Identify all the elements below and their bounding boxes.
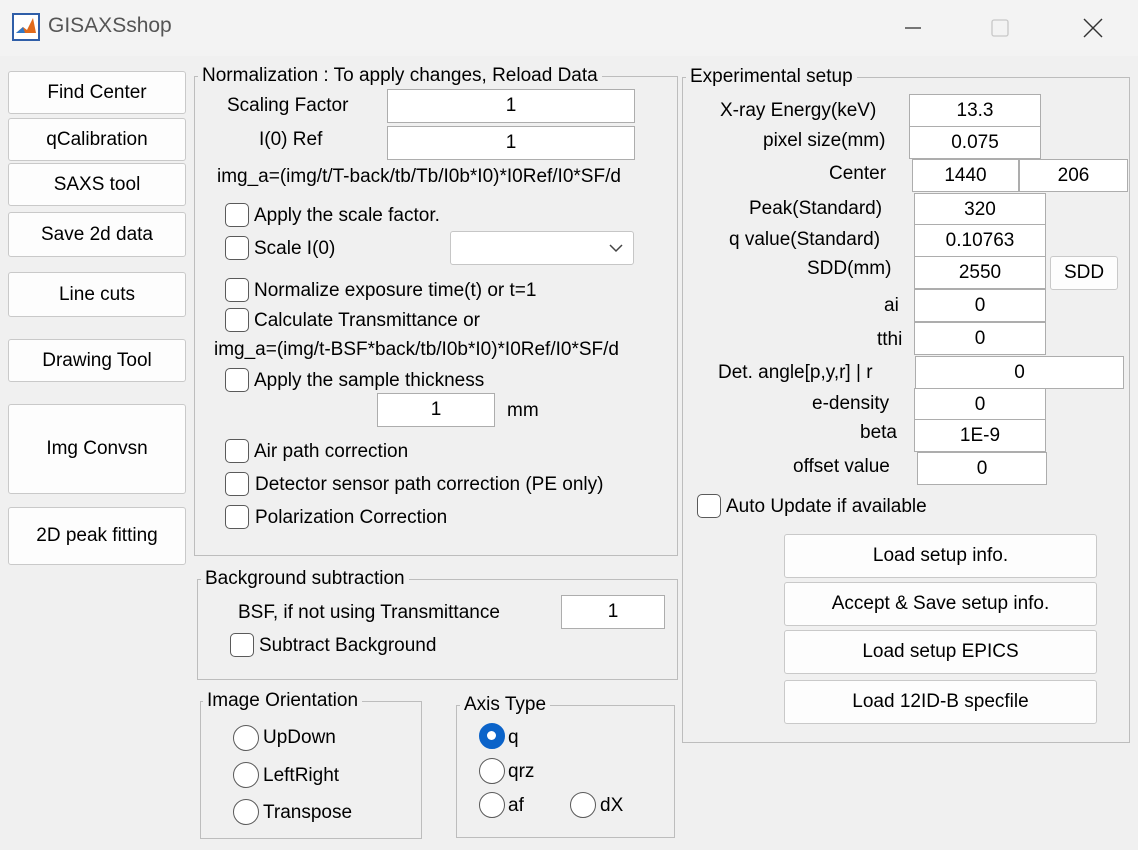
det-angle-field[interactable]: 0 — [915, 356, 1124, 389]
chevron-down-icon — [609, 244, 623, 253]
center-x-field[interactable]: 1440 — [912, 159, 1019, 192]
calc-transmittance-checkbox[interactable] — [225, 308, 249, 332]
center-y-field[interactable]: 206 — [1019, 159, 1128, 192]
maximize-icon — [991, 19, 1009, 37]
af-radio[interactable] — [479, 792, 505, 818]
q-label: q — [508, 727, 519, 748]
experimental-setup-title: Experimental setup — [686, 66, 857, 88]
thickness-unit: mm — [507, 400, 539, 421]
qcalibration-button[interactable]: qCalibration — [8, 118, 186, 161]
scaling-factor-label: Scaling Factor — [227, 95, 349, 116]
ai-label: ai — [884, 295, 899, 316]
scale-i0-checkbox[interactable] — [225, 236, 249, 260]
detector-sensor-label: Detector sensor path correction (PE only… — [255, 474, 604, 495]
beta-field[interactable]: 1E-9 — [914, 419, 1046, 452]
load-setup-info-button[interactable]: Load setup info. — [784, 534, 1097, 578]
apply-thickness-checkbox[interactable] — [225, 368, 249, 392]
scale-i0-label: Scale I(0) — [254, 238, 336, 259]
dx-radio[interactable] — [570, 792, 596, 818]
normalize-exposure-label: Normalize exposure time(t) or t=1 — [254, 280, 537, 301]
transmittance-formula: img_a=(img/t-BSF*back/tb/I0b*I0)*I0Ref/I… — [214, 339, 619, 360]
pixel-size-label: pixel size(mm) — [763, 130, 886, 151]
transpose-label: Transpose — [263, 802, 353, 823]
transpose-radio[interactable] — [233, 799, 259, 825]
sdd-field[interactable]: 2550 — [914, 256, 1046, 289]
normalization-panel-title: Normalization : To apply changes, Reload… — [198, 65, 602, 87]
auto-update-checkbox[interactable] — [697, 494, 721, 518]
window-title: GISAXSshop — [48, 14, 172, 37]
bsf-field[interactable]: 1 — [561, 595, 665, 629]
dx-label: dX — [600, 795, 624, 816]
auto-update-label: Auto Update if available — [726, 496, 927, 517]
thickness-field[interactable]: 1 — [377, 393, 495, 427]
updown-radio[interactable] — [233, 725, 259, 751]
background-panel-title: Background subtraction — [201, 568, 409, 590]
qrz-radio[interactable] — [479, 758, 505, 784]
calc-transmittance-label: Calculate Transmittance or — [254, 310, 480, 331]
updown-label: UpDown — [263, 727, 336, 748]
q-value-standard-label: q value(Standard) — [729, 229, 881, 250]
i0-ref-label: I(0) Ref — [259, 129, 323, 150]
ai-field[interactable]: 0 — [914, 289, 1046, 322]
apply-scale-factor-label: Apply the scale factor. — [254, 205, 440, 226]
pixel-size-field[interactable]: 0.075 — [909, 126, 1041, 159]
detector-sensor-checkbox[interactable] — [225, 472, 249, 496]
saxs-tool-button[interactable]: SAXS tool — [8, 163, 186, 206]
close-button[interactable] — [1048, 0, 1138, 56]
load-setup-epics-button[interactable]: Load setup EPICS — [784, 630, 1097, 674]
bsf-label: BSF, if not using Transmittance — [238, 602, 500, 623]
line-cuts-button[interactable]: Line cuts — [8, 272, 186, 317]
e-density-field[interactable]: 0 — [914, 388, 1046, 421]
polarization-label: Polarization Correction — [255, 507, 448, 528]
apply-scale-factor-checkbox[interactable] — [225, 203, 249, 227]
accept-save-setup-button[interactable]: Accept & Save setup info. — [784, 582, 1097, 626]
q-value-standard-field[interactable]: 0.10763 — [914, 224, 1046, 257]
minimize-button[interactable] — [868, 0, 958, 56]
matlab-logo-icon — [12, 13, 40, 41]
offset-value-label: offset value — [793, 456, 890, 477]
xray-energy-field[interactable]: 13.3 — [909, 94, 1041, 127]
qrz-label: qrz — [508, 761, 535, 782]
apply-thickness-label: Apply the sample thickness — [254, 370, 485, 391]
load-12idb-specfile-button[interactable]: Load 12ID-B specfile — [784, 680, 1097, 724]
2d-peak-fitting-button[interactable]: 2D peak fitting — [8, 507, 186, 565]
e-density-label: e-density — [812, 393, 890, 414]
normalization-formula: img_a=(img/t/T-back/tb/Tb/I0b*I0)*I0Ref/… — [217, 166, 621, 187]
img-convsn-button[interactable]: Img Convsn — [8, 404, 186, 494]
leftright-label: LeftRight — [263, 765, 340, 786]
af-label: af — [508, 795, 524, 816]
i0-ref-field[interactable]: 1 — [387, 126, 635, 160]
air-path-label: Air path correction — [254, 441, 409, 462]
scale-i0-select[interactable] — [450, 231, 634, 265]
xray-energy-label: X-ray Energy(keV) — [720, 100, 877, 121]
det-angle-label: Det. angle[p,y,r] | r — [718, 362, 873, 383]
peak-standard-label: Peak(Standard) — [749, 198, 883, 219]
peak-standard-field[interactable]: 320 — [914, 193, 1046, 226]
maximize-button[interactable] — [955, 0, 1045, 56]
sdd-label: SDD(mm) — [807, 258, 892, 279]
center-label: Center — [829, 163, 887, 184]
sdd-button[interactable]: SDD — [1050, 256, 1118, 290]
q-radio[interactable] — [479, 723, 505, 749]
minimize-icon — [905, 27, 921, 29]
image-orientation-title: Image Orientation — [203, 690, 363, 712]
axis-type-title: Axis Type — [460, 694, 551, 716]
scaling-factor-field[interactable]: 1 — [387, 89, 635, 123]
tthi-field[interactable]: 0 — [914, 322, 1046, 355]
close-icon — [1083, 18, 1103, 38]
polarization-checkbox[interactable] — [225, 505, 249, 529]
leftright-radio[interactable] — [233, 762, 259, 788]
tthi-label: tthi — [877, 329, 903, 350]
beta-label: beta — [860, 422, 897, 443]
drawing-tool-button[interactable]: Drawing Tool — [8, 339, 186, 382]
subtract-background-checkbox[interactable] — [230, 633, 254, 657]
air-path-checkbox[interactable] — [225, 439, 249, 463]
subtract-background-label: Subtract Background — [259, 635, 437, 656]
normalize-exposure-checkbox[interactable] — [225, 278, 249, 302]
save-2d-data-button[interactable]: Save 2d data — [8, 212, 186, 257]
find-center-button[interactable]: Find Center — [8, 71, 186, 114]
offset-value-field[interactable]: 0 — [917, 452, 1047, 485]
